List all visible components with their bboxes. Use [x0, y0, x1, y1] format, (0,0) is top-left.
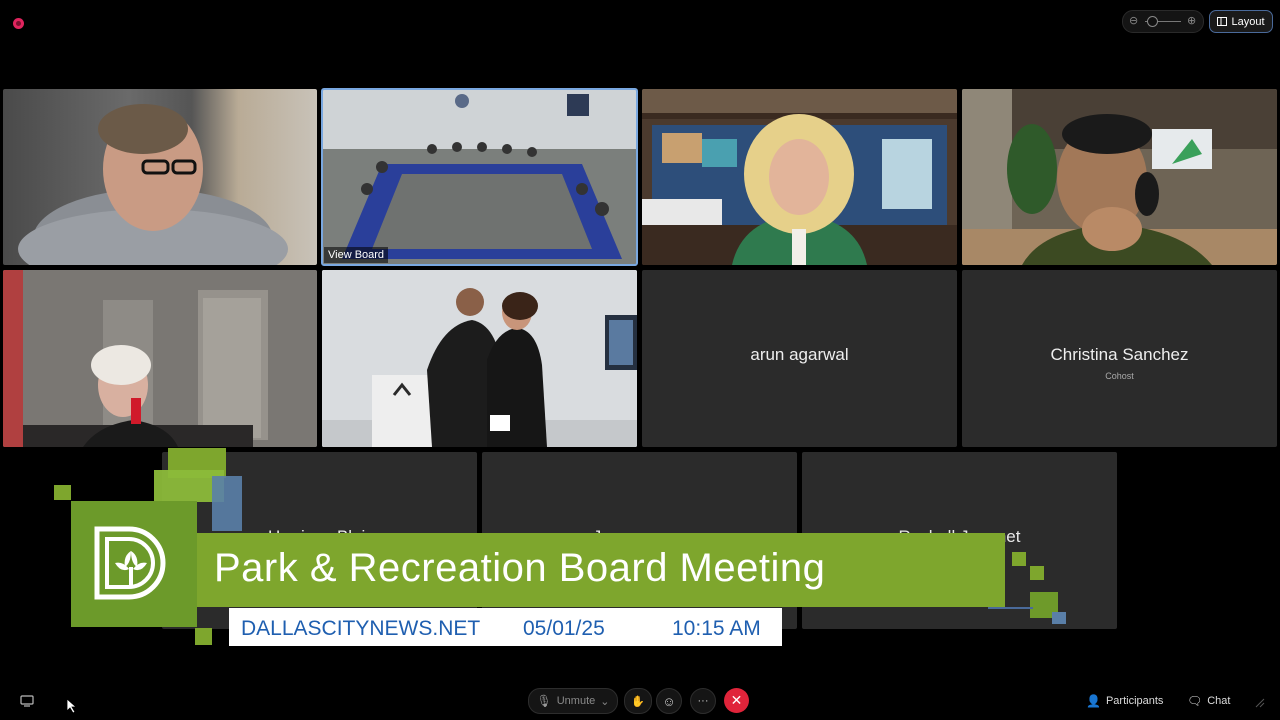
- reactions-button[interactable]: ☺: [656, 688, 682, 714]
- zoom-in-icon[interactable]: ⊕: [1187, 14, 1196, 27]
- more-label: ···: [697, 695, 709, 707]
- participant-video-tile[interactable]: [322, 270, 637, 447]
- zoom-slider[interactable]: ⊖ ⊕: [1122, 10, 1204, 33]
- participant-video-tile[interactable]: [962, 89, 1277, 265]
- view-board-tile[interactable]: View Board: [321, 88, 638, 266]
- zoom-out-icon[interactable]: ⊖: [1129, 14, 1138, 27]
- participant-video: [322, 270, 637, 447]
- decor-square: [1012, 552, 1026, 566]
- layout-label: Layout: [1231, 15, 1265, 28]
- raise-hand-button[interactable]: ✋: [624, 688, 652, 714]
- decor-square: [1030, 566, 1044, 580]
- chat-bubble-icon: 🗨: [1187, 694, 1203, 708]
- chat-label: Chat: [1207, 695, 1231, 707]
- decor-line: [988, 607, 1033, 609]
- view-board-label: View Board: [324, 247, 389, 263]
- participant-video: [642, 89, 957, 265]
- banner-time: 10:15 AM: [672, 617, 761, 640]
- participant-name: arun agarwal: [750, 345, 849, 364]
- unmute-button[interactable]: 🎙 Unmute ⌄: [528, 688, 618, 714]
- board-room-video: [322, 89, 637, 265]
- banner-website: DALLASCITYNEWS.NET: [241, 617, 481, 640]
- chevron-down-icon[interactable]: ⌄: [600, 695, 609, 708]
- mouse-cursor-icon: [66, 698, 78, 719]
- captions-icon[interactable]: [20, 694, 34, 707]
- participant-video-tile[interactable]: [3, 89, 317, 265]
- close-icon: ✕: [730, 692, 743, 708]
- zoom-knob[interactable]: [1147, 16, 1158, 27]
- participant-video: [3, 270, 317, 447]
- participants-label: Participants: [1105, 695, 1164, 707]
- layout-button[interactable]: Layout: [1209, 10, 1273, 33]
- participant-video-tile[interactable]: [642, 89, 957, 265]
- participant-video: [18, 104, 288, 265]
- participant-video: [962, 89, 1277, 265]
- participants-button[interactable]: 👤 Participants: [1086, 694, 1163, 708]
- dallas-logo-icon: [94, 526, 166, 600]
- microphone-muted-icon: 🎙: [536, 694, 552, 708]
- decor-square: [1052, 612, 1066, 624]
- participant-tile-arun[interactable]: arun agarwal: [642, 270, 957, 447]
- person-icon: 👤: [1086, 694, 1101, 708]
- decor-square: [195, 628, 212, 645]
- resize-grip-icon[interactable]: [1255, 695, 1265, 708]
- smiley-icon: ☺: [662, 693, 676, 709]
- decor-square: [212, 476, 242, 531]
- banner-info-bar: DALLASCITYNEWS.NET 05/01/25 10:15 AM: [229, 608, 782, 646]
- dallas-logo: [71, 501, 197, 627]
- layout-grid-icon: [1217, 17, 1228, 26]
- more-options-button[interactable]: ···: [690, 688, 716, 714]
- chat-button[interactable]: 🗨 Chat: [1187, 694, 1230, 708]
- banner-date: 05/01/25: [523, 617, 605, 640]
- participant-name: Christina Sanchez: [1050, 345, 1189, 364]
- banner-title: Park & Recreation Board Meeting: [214, 546, 826, 590]
- participant-tile-christina[interactable]: Christina Sanchez Cohost: [962, 270, 1277, 447]
- recording-indicator-icon: [13, 18, 24, 29]
- decor-square: [54, 485, 71, 500]
- unmute-label: Unmute: [556, 695, 596, 707]
- participant-video-tile[interactable]: [3, 270, 317, 447]
- participant-role: Cohost: [1105, 371, 1134, 381]
- hand-icon: ✋: [631, 695, 645, 708]
- end-call-button[interactable]: ✕: [724, 688, 749, 713]
